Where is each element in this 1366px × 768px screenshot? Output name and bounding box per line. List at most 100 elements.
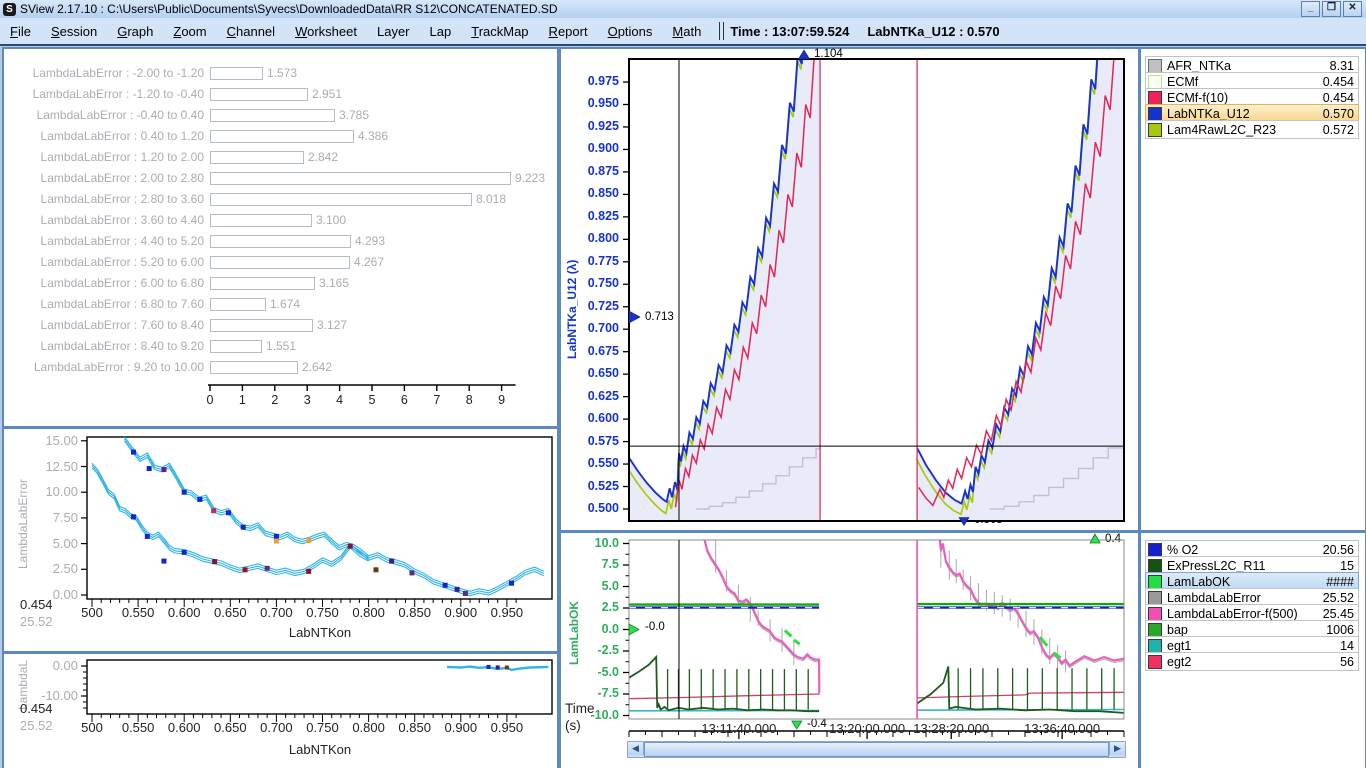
hist-axis-tick-label: 9 [494,393,510,407]
menu-item-options[interactable]: Options [598,21,663,42]
hist-axis-tick-label: 1 [234,393,250,407]
window-title: SView 2.17.10 : C:\Users\Public\Document… [20,2,558,16]
channel-name: ECMf-f(10) [1167,91,1323,105]
channel-value: 20.56 [1323,543,1354,557]
channel-name: ExPressL2C_R11 [1167,559,1340,573]
menu-item-trackmap[interactable]: TrackMap [461,21,538,42]
channel-value: 0.454 [1323,91,1354,105]
channel-color-swatch [1148,607,1162,621]
application-window: S SView 2.17.10 : C:\Users\Public\Docume… [0,0,1366,768]
scatter-x-tick-label: 0.750 [301,605,345,620]
channel-value: 15 [1340,559,1354,573]
lambda-y-tick-label: 0.925 [567,119,619,133]
channel-color-swatch [1148,543,1162,557]
hist-axis-tick-label: 6 [396,393,412,407]
mini-scatter-panel[interactable]: LambdaL 0.454 25.52 LabNTKon 0.00-10.005… [2,652,559,768]
hist-axis-tick-label: 2 [267,393,283,407]
lambda-y-tick-label: 0.500 [567,501,619,515]
lambda-plot-panel[interactable]: LabNTKa_U12 (λ) 1.104 0.505 0.713 0.9750… [559,47,1140,532]
scrollbar-thumb[interactable] [644,742,1109,757]
channel-value: 25.52 [1323,591,1354,605]
lamlabok-y-tick-label: 7.5 [571,557,619,571]
lambda-y-tick-label: 0.600 [567,411,619,425]
scatter-y-tick-label: 15.00 [24,433,78,448]
channel-color-swatch [1148,559,1162,573]
mini-x-tick-label: 0.950 [485,720,529,735]
mini-x-tick-label: 0.900 [439,720,483,735]
channel-list-top-panel: AFR_NTKa8.31ECMf0.454ECMf-f(10)0.454LabN… [1139,47,1366,532]
lambda-y-tick-label: 0.725 [567,299,619,313]
scatter-x-tick-label: 0.850 [393,605,437,620]
lambda-y-tick-label: 0.825 [567,209,619,223]
lamlabok-y-tick-label: 10.0 [571,536,619,550]
menu-item-worksheet[interactable]: Worksheet [285,21,367,42]
channel-color-swatch [1148,107,1162,121]
close-button[interactable]: ✕ [1343,1,1362,17]
menu-item-report[interactable]: Report [539,21,598,42]
channel-value: 8.31 [1330,59,1354,73]
lamlabok-y-tick-label: -10.0 [571,708,619,722]
lambda-y-tick-label: 0.700 [567,321,619,335]
lamlabok-y-tick-label: 5.0 [571,579,619,593]
scatter-x-tick-label: 0.700 [254,605,298,620]
time-x-tick-label: 13:11:40.000 [691,721,787,736]
menu-item-graph[interactable]: Graph [107,21,163,42]
hist-axis-tick-label: 4 [332,393,348,407]
lambda-y-tick-label: 0.575 [567,434,619,448]
channel-row-egt2[interactable]: egt256 [1145,652,1359,671]
channel-value: 25.45 [1323,607,1354,621]
menu-item-math[interactable]: Math [662,21,711,42]
mini-x-tick-label: 500 [70,720,114,735]
channel-name: egt1 [1167,639,1340,653]
scrollbar-right-arrow-icon[interactable]: ▶ [1109,742,1125,755]
scatter-y-tick-label: 2.50 [24,561,78,576]
scatter-x-tick-label: 0.800 [347,605,391,620]
menu-item-layer[interactable]: Layer [367,21,420,42]
scatter-x-tick-label: 500 [70,605,114,620]
channel-name: LabNTKa_U12 [1167,107,1323,121]
channel-row-lam4rawl2c-r23[interactable]: Lam4RawL2C_R230.572 [1145,120,1359,139]
scatter-x-tick-label: 0.900 [439,605,483,620]
channel-color-swatch [1148,75,1162,89]
time-plot-panel[interactable]: LamLabOK Time (s) 0.4 -0.4 -0.0 ◀ ▶ 10.0… [559,531,1140,768]
hist-axis-tick-label: 3 [299,393,315,407]
mini-x-tick-label: 0.850 [393,720,437,735]
mini-x-tick-label: 0.650 [208,720,252,735]
time-x-tick-label: 13:20:00.000 [819,721,915,736]
scrollbar-left-arrow-icon[interactable]: ◀ [628,742,644,755]
histogram-panel[interactable]: LambdaLabError : -2.00 to -1.201.573Lamb… [2,47,559,428]
menu-item-file[interactable]: File [0,21,41,42]
channel-value: 0.570 [1323,107,1354,121]
channel-value: 1006 [1326,623,1354,637]
mini-x-tick-label: 0.600 [162,720,206,735]
lamlabok-y-tick-label: -2.5 [571,643,619,657]
channel-color-swatch [1148,123,1162,137]
lambda-y-tick-label: 0.675 [567,344,619,358]
channel-value: 56 [1340,655,1354,669]
minimize-button[interactable]: _ [1301,1,1320,17]
scatter-x-tick-label: 0.600 [162,605,206,620]
lambda-y-tick-label: 0.950 [567,96,619,110]
scatter-y-tick-label: 7.50 [24,510,78,525]
lambda-y-tick-label: 0.975 [567,74,619,88]
lamlabok-y-tick-label: 2.5 [571,600,619,614]
menu-item-zoom[interactable]: Zoom [163,21,216,42]
time-x-tick-label: 13:28:20.000 [903,721,999,736]
scatter-y-tick-label: 5.00 [24,536,78,551]
lambda-y-tick-label: 0.900 [567,141,619,155]
channel-value: 0.572 [1323,123,1354,137]
channel-name: bap [1167,623,1326,637]
time-scrollbar[interactable]: ◀ ▶ [627,741,1126,758]
scatter-panel[interactable]: LambdaLabError 0.454 25.52 LabNTKon 15.0… [2,427,559,653]
menu-item-session[interactable]: Session [41,21,107,42]
app-icon: S [3,3,16,16]
menu-item-channel[interactable]: Channel [217,21,285,42]
lamlabok-y-tick-label: -5.0 [571,665,619,679]
status-channel-value: LabNTKa_U12 : 0.570 [867,24,999,39]
restore-button[interactable]: ❐ [1322,1,1341,17]
hist-axis-tick-label: 8 [461,393,477,407]
mini-x-tick-label: 0.550 [116,720,160,735]
menu-item-lap[interactable]: Lap [420,21,462,42]
channel-name: % O2 [1167,543,1323,557]
mini-y-tick-label: -10.00 [18,688,78,703]
